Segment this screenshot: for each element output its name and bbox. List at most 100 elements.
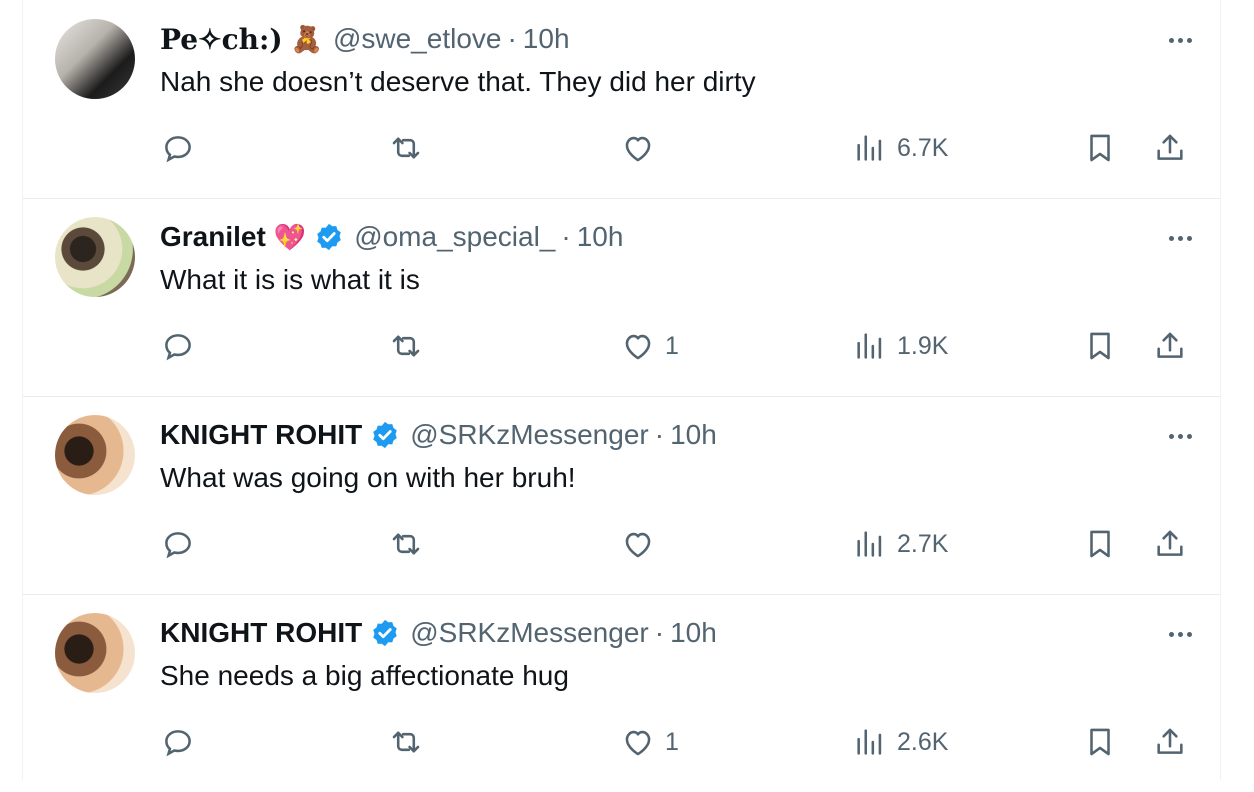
views-button[interactable]: 6.7K [853,126,948,170]
retweet-icon [392,533,420,555]
display-name[interactable]: KNIGHT ROHIT [160,617,362,649]
avatar[interactable] [55,217,135,297]
tweet-header: Granilet 💖 @oma_special_ · 10h [160,220,623,254]
verified-badge-icon[interactable] [370,618,400,648]
reply-icon [165,532,191,559]
user-handle[interactable]: @SRKzMessenger [410,419,649,451]
tweet-header: KNIGHT ROHIT @SRKzMessenger · 10h [160,418,717,452]
action-bar: 2.7K [23,522,1220,566]
reply-icon [165,136,191,163]
timestamp[interactable]: 10h [670,617,717,649]
sparkling-heart-emoji-icon: 💖 [273,222,307,252]
user-handle[interactable]: @SRKzMessenger [410,617,649,649]
retweet-button[interactable] [389,324,423,368]
tweet[interactable]: KNIGHT ROHIT @SRKzMessenger · 10h She ne… [23,594,1220,792]
tweet-header: KNIGHT ROHIT @SRKzMessenger · 10h [160,616,717,650]
separator-dot: · [654,419,665,450]
verified-badge-icon[interactable] [370,420,400,450]
views-icon [857,333,882,359]
reply-button[interactable] [161,324,195,368]
like-count: 1 [665,727,679,756]
heart-icon [625,730,651,756]
bookmark-icon [1090,134,1110,162]
bookmark-icon [1090,332,1110,360]
tweet-text: Nah she doesn’t deserve that. They did h… [160,66,756,97]
retweet-icon [392,335,420,357]
share-icon [1157,134,1183,160]
retweet-button[interactable] [389,126,423,170]
retweet-button[interactable] [389,522,423,566]
share-icon [1157,530,1183,556]
views-icon [857,729,882,755]
like-count: 1 [665,331,679,360]
bookmark-icon [1090,530,1110,558]
separator-dot: · [654,617,665,648]
share-button[interactable] [1153,720,1187,764]
tweet-text: What was going on with her bruh! [160,462,576,493]
views-button[interactable]: 2.7K [853,522,948,566]
more-icon[interactable] [1162,624,1198,644]
reply-button[interactable] [161,720,195,764]
share-button[interactable] [1153,126,1187,170]
view-count: 6.7K [897,133,949,162]
view-count: 1.9K [897,331,949,360]
user-handle[interactable]: @swe_etlove [333,23,502,55]
action-bar: 6.7K [23,126,1220,170]
like-button[interactable] [621,126,665,170]
bookmark-button[interactable] [1083,324,1117,368]
avatar[interactable] [55,415,135,495]
timestamp[interactable]: 10h [523,23,570,55]
avatar[interactable] [55,19,135,99]
more-icon[interactable] [1162,426,1198,446]
retweet-icon [392,137,420,159]
verified-badge-icon[interactable] [314,222,344,252]
bookmark-button[interactable] [1083,126,1117,170]
more-icon[interactable] [1162,228,1198,248]
bookmark-button[interactable] [1083,522,1117,566]
user-handle[interactable]: @oma_special_ [354,221,555,253]
reply-button[interactable] [161,126,195,170]
reply-icon [165,730,191,757]
reply-button[interactable] [161,522,195,566]
heart-icon [625,334,651,360]
heart-icon [625,136,651,162]
teddy-bear-emoji-icon: 🧸 [290,24,323,54]
views-button[interactable]: 1.9K [853,324,948,368]
like-button[interactable]: 1 [621,324,679,368]
views-icon [857,531,882,557]
share-button[interactable] [1153,324,1187,368]
share-icon [1157,332,1183,358]
heart-icon [625,532,651,558]
like-button[interactable]: 1 [621,720,679,764]
retweet-icon [392,731,420,753]
tweet-header: Pe✧ch:) 🧸 @swe_etlove · 10h [160,22,570,56]
views-button[interactable]: 2.6K [853,720,948,764]
reply-icon [165,334,191,361]
display-name[interactable]: Granilet [160,221,266,253]
timestamp[interactable]: 10h [670,419,717,451]
separator-dot: · [507,23,517,54]
avatar[interactable] [55,613,135,693]
separator-dot: · [561,221,571,252]
share-button[interactable] [1153,522,1187,566]
bookmark-button[interactable] [1083,720,1117,764]
tweet[interactable]: Pe✧ch:) 🧸 @swe_etlove · 10h Nah she does… [23,0,1220,199]
reply-timeline: Pe✧ch:) 🧸 @swe_etlove · 10h Nah she does… [22,0,1221,780]
more-icon[interactable] [1162,30,1198,50]
bookmark-icon [1090,728,1110,756]
tweet[interactable]: KNIGHT ROHIT @SRKzMessenger · 10h What w… [23,396,1220,595]
action-bar: 1 2.6K [23,720,1220,764]
tweet[interactable]: Granilet 💖 @oma_special_ · 10h What it i… [23,198,1220,397]
share-icon [1157,728,1183,754]
action-bar: 1 1.9K [23,324,1220,368]
display-name[interactable]: Pe✧ch:) [160,23,283,56]
view-count: 2.6K [897,727,949,756]
tweet-text: What it is is what it is [160,264,420,295]
views-icon [857,135,882,161]
like-button[interactable] [621,522,665,566]
retweet-button[interactable] [389,720,423,764]
view-count: 2.7K [897,529,949,558]
tweet-text: She needs a big affectionate hug [160,660,569,691]
display-name[interactable]: KNIGHT ROHIT [160,419,362,451]
timestamp[interactable]: 10h [577,221,624,253]
